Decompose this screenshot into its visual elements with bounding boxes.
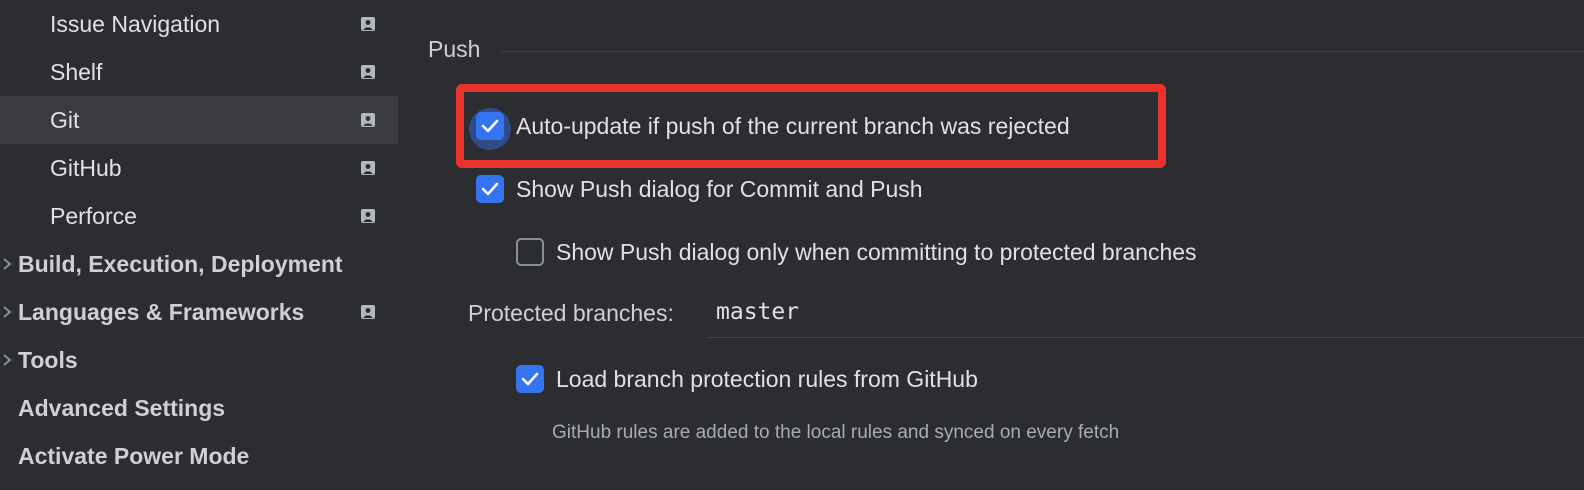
chevron-right-icon[interactable] xyxy=(2,257,12,271)
sidebar-item-label: GitHub xyxy=(50,154,122,181)
show-push-protected-label: Show Push dialog only when committing to… xyxy=(556,238,1197,265)
sidebar-item-issue-navigation[interactable]: Issue Navigation xyxy=(0,0,398,48)
sidebar-item-perforce[interactable]: Perforce xyxy=(0,192,398,240)
project-settings-icon xyxy=(360,304,376,320)
sidebar-item-build-execution-deployment[interactable]: Build, Execution, Deployment xyxy=(0,240,398,288)
sidebar-item-git[interactable]: Git xyxy=(0,96,398,144)
settings-sidebar: Issue Navigation Shelf Git GitHub Perfor… xyxy=(0,0,398,490)
load-rules-checkbox[interactable] xyxy=(516,365,544,393)
chevron-right-icon[interactable] xyxy=(2,353,12,367)
sidebar-item-tools[interactable]: Tools xyxy=(0,336,398,384)
show-push-dialog-checkbox[interactable] xyxy=(476,175,504,203)
project-settings-icon xyxy=(360,16,376,32)
sidebar-item-label: Languages & Frameworks xyxy=(18,298,305,325)
project-settings-icon xyxy=(360,112,376,128)
load-rules-label: Load branch protection rules from GitHub xyxy=(556,365,978,392)
protected-branches-label: Protected branches: xyxy=(468,300,674,326)
sidebar-item-label: Activate Power Mode xyxy=(18,442,250,469)
show-push-protected-row[interactable]: Show Push dialog only when committing to… xyxy=(516,235,1197,269)
sidebar-item-label: Tools xyxy=(18,346,78,373)
protected-branches-input[interactable]: master xyxy=(708,294,1584,338)
sidebar-item-label: Git xyxy=(50,106,80,133)
load-rules-row[interactable]: Load branch protection rules from GitHub xyxy=(516,362,978,396)
highlight-annotation xyxy=(456,84,1166,168)
sidebar-item-label: Perforce xyxy=(50,202,137,229)
show-push-dialog-row[interactable]: Show Push dialog for Commit and Push xyxy=(476,172,923,206)
sidebar-item-label: Shelf xyxy=(50,58,103,85)
sidebar-item-label: Advanced Settings xyxy=(18,394,226,421)
chevron-right-icon[interactable] xyxy=(2,305,12,319)
project-settings-icon xyxy=(360,160,376,176)
section-divider xyxy=(500,51,1584,52)
push-section-title: Push xyxy=(428,36,481,62)
show-push-dialog-label: Show Push dialog for Commit and Push xyxy=(516,175,923,202)
sidebar-item-activate-power-mode[interactable]: Activate Power Mode xyxy=(0,432,398,480)
sidebar-item-github[interactable]: GitHub xyxy=(0,144,398,192)
sidebar-item-label: Build, Execution, Deployment xyxy=(18,250,343,277)
project-settings-icon xyxy=(360,208,376,224)
load-rules-hint: GitHub rules are added to the local rule… xyxy=(552,422,1120,443)
git-settings-panel: Push Auto-update if push of the current … xyxy=(398,0,1584,490)
sidebar-item-label: Issue Navigation xyxy=(50,10,221,37)
show-push-protected-checkbox[interactable] xyxy=(516,238,544,266)
protected-branches-value: master xyxy=(716,299,800,325)
project-settings-icon xyxy=(360,64,376,80)
checkmark-icon xyxy=(481,182,499,196)
checkmark-icon xyxy=(521,372,539,386)
sidebar-item-languages-frameworks[interactable]: Languages & Frameworks xyxy=(0,288,398,336)
sidebar-item-advanced-settings[interactable]: Advanced Settings xyxy=(0,384,398,432)
sidebar-item-shelf[interactable]: Shelf xyxy=(0,48,398,96)
